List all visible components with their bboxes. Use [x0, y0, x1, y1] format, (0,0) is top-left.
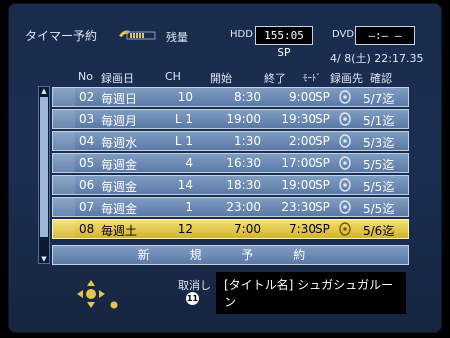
- col-header-no: No: [78, 70, 93, 83]
- row-no: 03: [79, 112, 95, 126]
- col-header-start: 開始: [210, 72, 232, 85]
- dvd-label: DVD: [332, 29, 355, 40]
- row-confirm: 5/5迄: [363, 202, 395, 216]
- col-header-dest: 録画先: [330, 72, 363, 85]
- row-day: 毎週金: [101, 202, 138, 216]
- row-no: 07: [79, 200, 95, 214]
- title-info-panel: [タイトル名] シュガシュガルーン: [216, 272, 406, 314]
- hdd-icon: [339, 134, 351, 148]
- row-end-time: 9:00: [289, 90, 316, 104]
- col-header-ch: CH: [165, 70, 181, 83]
- new-reservation-button[interactable]: 新 規 予 約: [52, 245, 409, 265]
- scroll-up-icon[interactable]: ▲: [39, 87, 49, 95]
- row-day: 毎週日: [101, 92, 138, 106]
- row-channel: 10: [177, 90, 193, 104]
- row-day: 毎週月: [101, 114, 138, 128]
- row-no: 02: [79, 90, 95, 104]
- col-header-day: 録画日: [101, 72, 134, 85]
- hdd-icon: [339, 178, 351, 192]
- row-confirm: 5/5迄: [363, 180, 395, 194]
- col-header-confirm: 確認: [370, 72, 392, 85]
- scroll-down-icon[interactable]: ▼: [39, 255, 49, 263]
- row-end-time: 23:30: [281, 200, 316, 214]
- row-end-time: 19:00: [281, 178, 316, 192]
- row-start-time: 16:30: [226, 156, 261, 170]
- row-channel: L 1: [174, 112, 193, 126]
- hdd-icon: [339, 156, 351, 170]
- reservation-row[interactable]: 05 毎週金 4 16:30 17:00 SP 5/5迄: [52, 153, 409, 173]
- row-start-time: 1:30: [234, 134, 261, 148]
- row-no: 08: [79, 222, 95, 236]
- row-channel: 4: [185, 156, 193, 170]
- scroll-thumb[interactable]: [40, 97, 48, 237]
- row-day: 毎週水: [101, 136, 138, 150]
- row-mode: SP: [315, 156, 330, 170]
- enter-dot-icon: [110, 301, 118, 309]
- hdd-remaining-value: 155:05 SP: [255, 26, 313, 59]
- reservation-row[interactable]: 08 毎週土 12 7:00 7:30 SP 5/6迄: [52, 219, 409, 239]
- row-confirm: 5/3迄: [363, 136, 395, 150]
- row-mode: SP: [315, 178, 330, 192]
- reservation-row[interactable]: 06 毎週金 14 18:30 19:00 SP 5/5迄: [52, 175, 409, 195]
- row-start-time: 18:30: [226, 178, 261, 192]
- list-scrollbar[interactable]: ▲ ▼: [38, 86, 50, 264]
- row-start-time: 23:00: [226, 200, 261, 214]
- hdd-icon: [339, 222, 351, 236]
- current-datetime: 4/ 8(土) 22:17.35: [330, 52, 424, 65]
- row-mode: SP: [315, 112, 330, 126]
- row-day: 毎週土: [101, 224, 138, 238]
- row-confirm: 5/6迄: [363, 224, 395, 238]
- row-end-time: 2:00: [289, 134, 316, 148]
- row-channel: 12: [177, 222, 193, 236]
- row-mode: SP: [315, 90, 330, 104]
- row-mode: SP: [315, 134, 330, 148]
- col-header-end: 終了: [264, 72, 286, 85]
- row-confirm: 5/1迄: [363, 114, 395, 128]
- reservation-row[interactable]: 03 毎週月 L 1 19:00 19:30 SP 5/1迄: [52, 109, 409, 129]
- row-channel: 1: [185, 200, 193, 214]
- hdd-icon: [339, 200, 351, 214]
- screen-title: タイマー予約: [25, 29, 98, 43]
- hdd-icon: [339, 90, 351, 104]
- row-confirm: 5/5迄: [363, 158, 395, 172]
- remain-label: 残量: [166, 31, 188, 44]
- reservation-row[interactable]: 07 毎週金 1 23:00 23:30 SP 5/5迄: [52, 197, 409, 217]
- recorder-icon: [119, 30, 156, 40]
- row-start-time: 19:00: [226, 112, 261, 126]
- row-end-time: 7:30: [289, 222, 316, 236]
- dvd-remaining-value: ‒:‒ ‒: [355, 26, 415, 45]
- hdd-label: HDD: [230, 29, 253, 40]
- row-no: 06: [79, 178, 95, 192]
- row-end-time: 19:30: [281, 112, 316, 126]
- dpad-icon: [77, 280, 105, 308]
- row-no: 04: [79, 134, 95, 148]
- row-start-time: 7:00: [234, 222, 261, 236]
- row-channel: L 1: [174, 134, 193, 148]
- row-day: 毎週金: [101, 180, 138, 194]
- row-mode: SP: [315, 200, 330, 214]
- row-no: 05: [79, 156, 95, 170]
- row-end-time: 17:00: [281, 156, 316, 170]
- row-confirm: 5/7迄: [363, 92, 395, 106]
- reservation-row[interactable]: 04 毎週水 L 1 1:30 2:00 SP 5/3迄: [52, 131, 409, 151]
- reservation-row[interactable]: 02 毎週日 10 8:30 9:00 SP 5/7迄: [52, 87, 409, 107]
- col-header-mode: ﾓｰﾄﾞ: [303, 74, 322, 84]
- hdd-icon: [339, 112, 351, 126]
- cancel-key-icon[interactable]: 11: [186, 292, 199, 305]
- reservation-list: 02 毎週日 10 8:30 9:00 SP 5/7迄 03 毎週月 L 1 1…: [52, 87, 409, 241]
- row-mode: SP: [315, 222, 330, 236]
- row-day: 毎週金: [101, 158, 138, 172]
- cancel-label: 取消し: [178, 279, 211, 292]
- row-start-time: 8:30: [234, 90, 261, 104]
- row-channel: 14: [177, 178, 193, 192]
